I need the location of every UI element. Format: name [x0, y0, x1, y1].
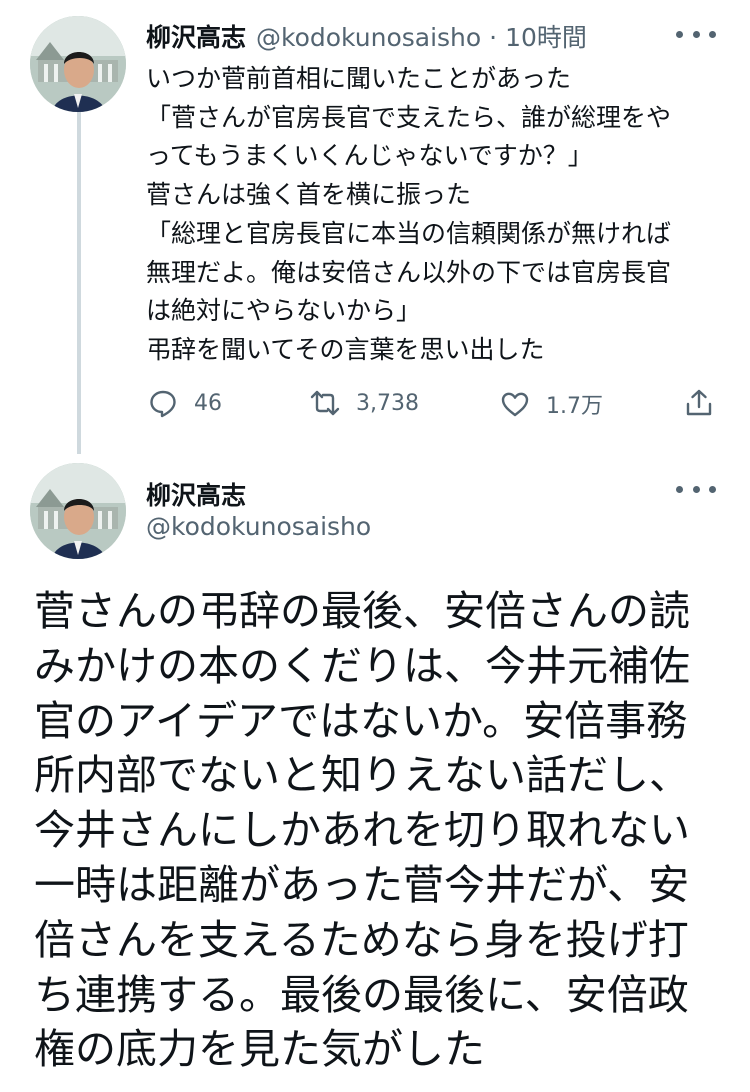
share-icon [686, 389, 712, 416]
tweet-text-line: 菅さんは強く首を横に振った [146, 180, 472, 210]
tweet-text: いつか菅前首相に聞いたことがあった 「菅さんが官房長官で支えたら、誰が総理をや … [146, 60, 716, 370]
reply-icon [150, 390, 176, 418]
tweet-text-line: 無理だよ。俺は安倍さん以外の下では官房長官 [146, 257, 672, 287]
tweet-text-line: ち連携する。最後の最後に、安倍政 [34, 970, 689, 1019]
retweet-count: 3,738 [356, 390, 419, 416]
like-icon [501, 392, 529, 417]
tweet-text-line: は絶対にやらないから」 [146, 296, 422, 326]
author-name[interactable]: 柳沢高志 [146, 18, 246, 54]
avatar-photo [30, 16, 126, 112]
author-meta: @kodokunosaisho · 10時間 [256, 18, 587, 54]
tweet-text-line: 菅さんの弔辞の最後、安倍さんの読 [34, 587, 690, 635]
more-icon[interactable] [676, 479, 716, 499]
avatar-photo [30, 463, 126, 559]
avatar[interactable] [30, 16, 126, 112]
author-handle[interactable]: @kodokunosaisho [256, 23, 481, 52]
tweet-time[interactable]: 10時間 [505, 23, 587, 52]
tweet-text-line: 倍さんを支えるためなら身を投げ打 [34, 915, 689, 964]
tweet-text-line: 所内部でないと知りえない話だし、 [34, 751, 690, 800]
tweet-text-line: 「菅さんが官房長官で支えたら、誰が総理をや [146, 102, 672, 132]
avatar[interactable] [30, 463, 126, 559]
reply-button[interactable]: 46 [148, 388, 222, 418]
tweet-text-line: 今井さんにしかあれを切り取れない [34, 806, 690, 855]
tweet-text-line: 弔辞を聞いてその言葉を思い出した [146, 334, 545, 364]
reply-count: 46 [194, 390, 222, 416]
like-button[interactable]: 1.7万 [500, 388, 603, 420]
tweet-text-line: 一時は距離があった菅今井だが、安 [34, 860, 690, 909]
tweet-text-line: 権の底力を見た気がした [34, 1025, 485, 1074]
tweet-text-line: いつか菅前首相に聞いたことがあった [146, 64, 572, 93]
retweet-icon [310, 390, 340, 416]
retweet-button[interactable]: 3,738 [310, 388, 419, 418]
author-name[interactable]: 柳沢高志 [146, 476, 246, 512]
share-button[interactable] [684, 388, 714, 418]
thread-line [77, 112, 81, 454]
tweet-text-line: 「総理と官房長官に本当の信頼関係が無ければ [146, 218, 672, 248]
author-handle[interactable]: @kodokunosaisho [146, 512, 371, 541]
tweet-text-line: 官のアイデアではないか。安倍事務 [34, 696, 688, 745]
tweet-text-line: みかけの本のくだりは、今井元補佐 [34, 641, 690, 690]
like-count: 1.7万 [546, 394, 603, 419]
main-tweet-text: 菅さんの弔辞の最後、安倍さんの読 みかけの本のくだりは、今井元補佐 官のアイデア… [34, 584, 734, 1077]
more-icon[interactable] [676, 24, 716, 44]
separator: · [489, 23, 498, 52]
tweet-text-line: ってもうまくいくんじゃないですか？」 [146, 141, 593, 171]
